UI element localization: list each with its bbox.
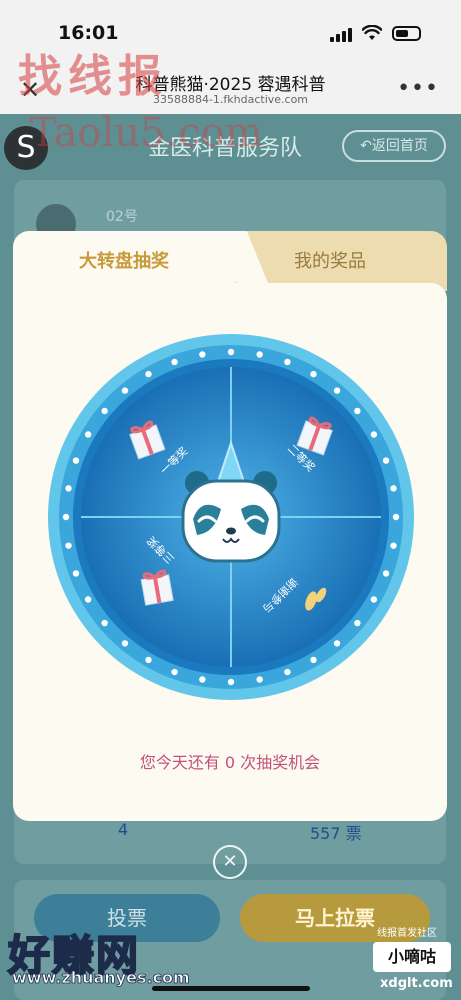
wheel-bulb xyxy=(370,596,378,603)
watermark-top: 找线报 xyxy=(18,51,168,102)
back-home-button[interactable]: ↶返回首页 xyxy=(342,130,446,162)
wheel-bulb xyxy=(354,407,361,415)
stat-votes: 557 票 xyxy=(310,824,362,843)
wheel-bulb xyxy=(72,570,80,577)
wheel-bulb xyxy=(65,485,72,492)
wheel-bulb xyxy=(333,640,341,647)
wheel-bulb xyxy=(227,348,235,356)
wheel-bulb xyxy=(333,387,341,394)
wheel-bulb xyxy=(62,513,70,521)
back-arrow-icon: ↶ xyxy=(360,138,372,154)
wheel-bulb xyxy=(284,358,291,366)
wheel-bulb xyxy=(370,431,378,438)
wheel-bulb xyxy=(171,358,178,366)
back-home-label: 返回首页 xyxy=(371,138,428,154)
draw-chances-text: 您今天还有 0 次抽奖机会 xyxy=(139,753,321,772)
wheel-bulb xyxy=(227,678,235,686)
wheel-bulb xyxy=(84,431,92,438)
watermark-corner-badge: 小嘀咕 xyxy=(373,942,451,972)
wheel-bulb xyxy=(284,668,291,676)
watermark-corner-url: xdglt.com xyxy=(380,976,453,991)
wheel-bulb xyxy=(72,457,80,464)
wheel-bulb xyxy=(121,387,129,394)
wheel-bulb xyxy=(390,542,397,549)
wheel-bulb xyxy=(171,668,178,676)
wheel-bulb xyxy=(310,656,317,664)
prize-wheel[interactable]: 一等奖 二等奖 三等奖 谢谢参与 xyxy=(47,333,415,701)
wheel-bulb xyxy=(392,513,400,521)
watermark-top-url: Taolu5.com xyxy=(30,110,263,156)
wheel-bulb xyxy=(256,351,263,358)
stat-rank: 4 xyxy=(118,820,129,839)
tab-lucky-wheel[interactable]: 大转盘抽奖 xyxy=(13,231,235,291)
wheel-bulb xyxy=(256,676,263,683)
more-menu-button[interactable]: ••• xyxy=(397,76,439,101)
wheel-bulb xyxy=(382,457,390,464)
signal-icon xyxy=(330,28,352,42)
modal-body: 一等奖 二等奖 三等奖 谢谢参与 您今天还有 0 次抽奖机会 xyxy=(13,283,447,821)
wheel-bulb xyxy=(121,640,129,647)
modal-close-button[interactable]: ✕ xyxy=(213,845,247,879)
panda-start-button[interactable] xyxy=(181,471,281,563)
watermark-corner-caption: 线报首发社区 xyxy=(377,928,437,939)
lottery-modal: 我的奖品 大转盘抽奖 一等奖 二等奖 三等奖 谢谢参与 您今天还有 0 次抽奖机… xyxy=(13,231,447,821)
wheel-bulb xyxy=(101,619,108,627)
wifi-icon xyxy=(362,25,382,40)
wheel-bulb xyxy=(145,370,152,378)
wheel-bulb xyxy=(310,370,317,378)
wheel-bulb xyxy=(145,656,152,664)
home-indicator[interactable] xyxy=(152,986,310,991)
gift-icon xyxy=(140,569,174,606)
tab-lucky-wheel-label: 大转盘抽奖 xyxy=(79,251,169,272)
wheel-bulb xyxy=(354,619,361,627)
wheel-bulb xyxy=(199,351,206,358)
wheel-bulb xyxy=(101,407,108,415)
wheel-bulb xyxy=(382,570,390,577)
entry-number: 02号 xyxy=(106,209,138,225)
watermark-bottom-url: www.zhuanyes.com xyxy=(12,968,191,988)
wheel-bulb xyxy=(84,596,92,603)
battery-icon xyxy=(392,26,421,41)
wheel-bulb xyxy=(390,485,397,492)
wheel-bulb xyxy=(65,542,72,549)
wheel-bulb xyxy=(199,676,206,683)
